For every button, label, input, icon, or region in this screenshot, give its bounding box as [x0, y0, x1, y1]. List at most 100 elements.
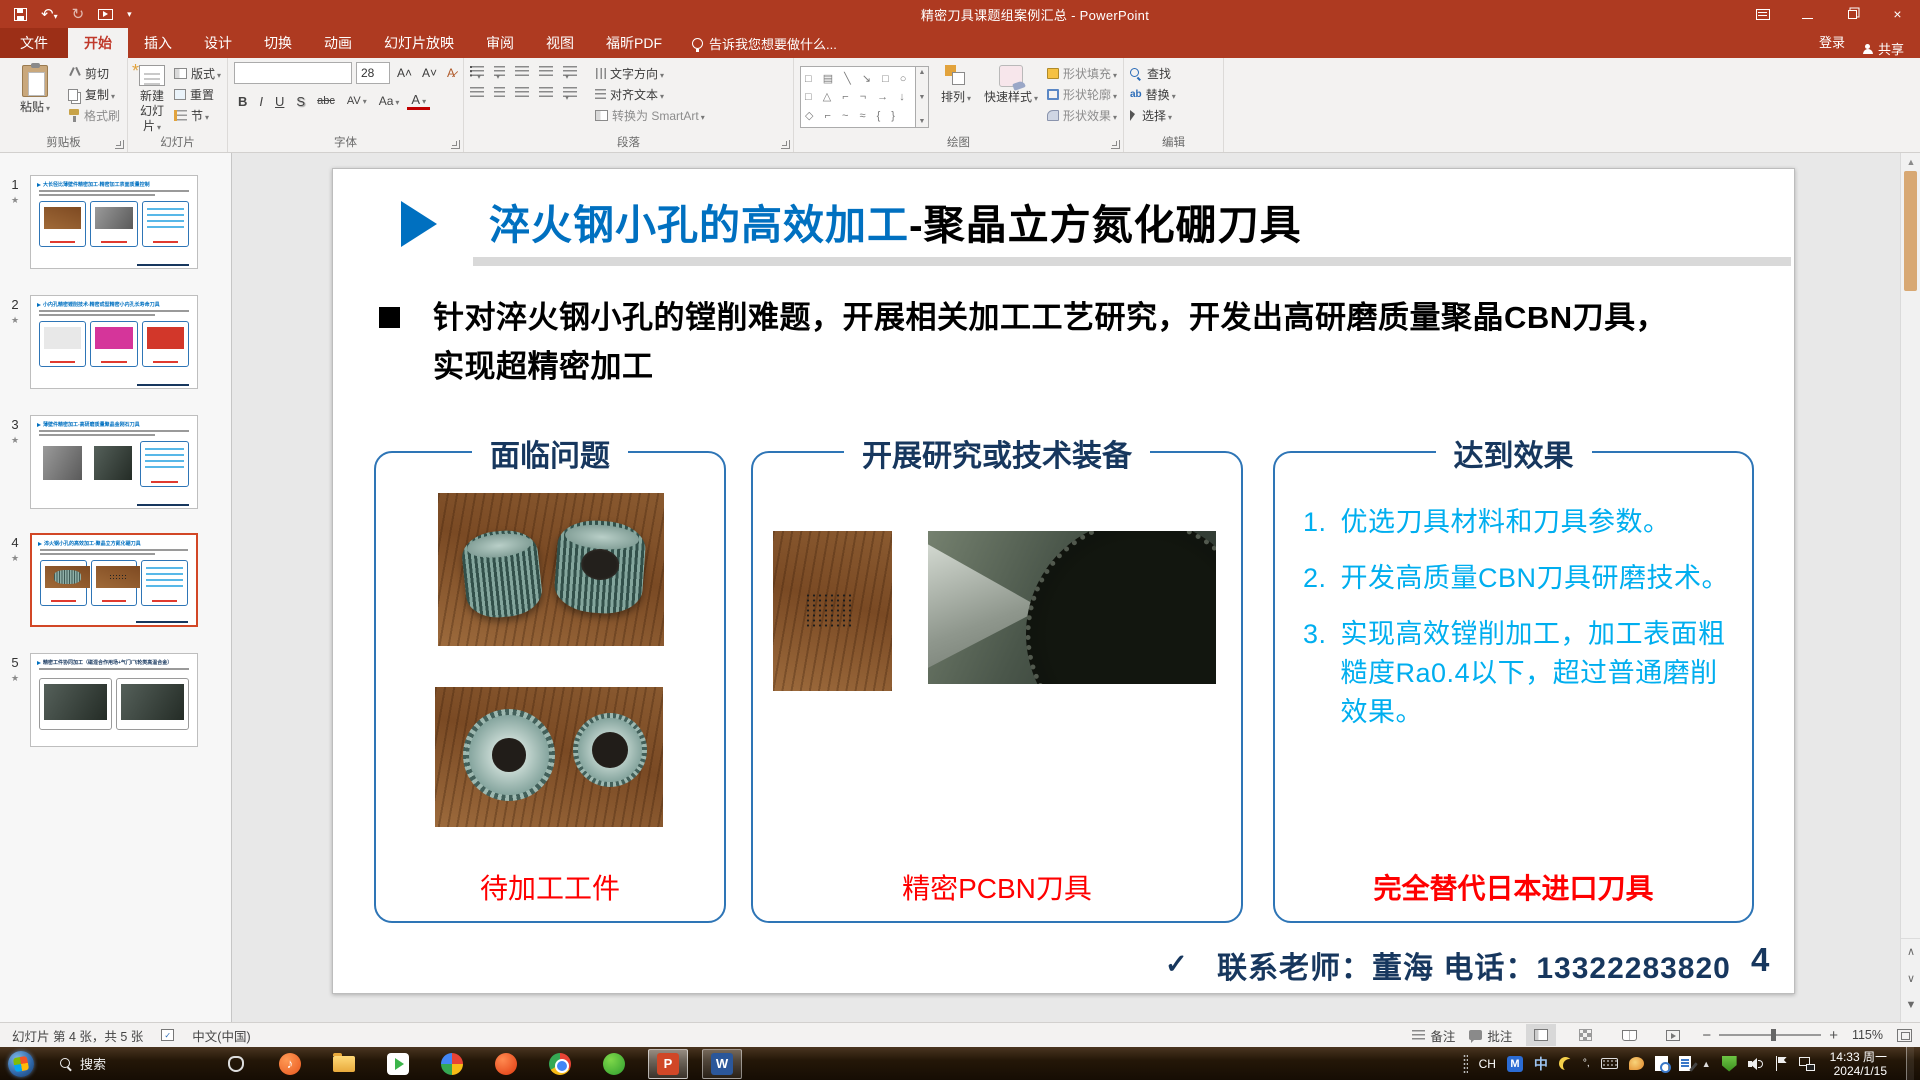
zoom-in-button[interactable]: + — [1829, 1027, 1838, 1044]
shapes-row-1[interactable]: □ ▤ ╲ ↘ □ ○ — [805, 72, 911, 85]
scroll-down-arrow[interactable]: ▼ — [1901, 992, 1920, 1018]
paragraph-dialog-launcher[interactable] — [781, 140, 790, 149]
shape-outline-button[interactable]: 形状轮廓 — [1047, 86, 1117, 103]
taskbar-app-video[interactable] — [378, 1049, 418, 1079]
save-icon[interactable] — [14, 8, 27, 21]
shape-fill-button[interactable]: 形状填充 — [1047, 65, 1117, 82]
align-left-button[interactable] — [470, 87, 484, 98]
slide-sorter-view-button[interactable] — [1570, 1024, 1600, 1046]
find-button[interactable]: 查找 — [1130, 65, 1176, 82]
tab-slideshow[interactable]: 幻灯片放映 — [368, 28, 470, 58]
box-results[interactable]: 达到效果 1.优选刀具材料和刀具参数。 2.开发高质量CBN刀具研磨技术。 3.… — [1273, 451, 1754, 923]
arrange-button[interactable]: 排列 — [933, 62, 979, 134]
font-name-input[interactable] — [234, 62, 352, 84]
line-spacing-button[interactable] — [563, 66, 577, 77]
start-slideshow-icon[interactable] — [98, 9, 113, 20]
underline-button[interactable]: U — [271, 94, 288, 109]
bullets-button[interactable] — [470, 66, 484, 77]
increase-indent-button[interactable] — [539, 66, 553, 77]
paste-button[interactable]: 粘贴 — [6, 62, 64, 134]
sign-in-button[interactable]: 登录 — [1801, 28, 1863, 58]
tab-animations[interactable]: 动画 — [308, 28, 368, 58]
zoom-slider[interactable] — [1719, 1034, 1821, 1036]
moon-icon[interactable] — [1559, 1057, 1572, 1070]
taskbar-app-browser-2[interactable] — [486, 1049, 526, 1079]
taskbar-app-powerpoint-active[interactable]: P — [648, 1049, 688, 1079]
quick-styles-button[interactable]: 快速样式 — [983, 62, 1039, 134]
decrease-indent-button[interactable] — [515, 66, 529, 77]
shapes-row-2[interactable]: □ △ ⌐ ¬ → ↓ — [805, 90, 911, 103]
show-desktop-button[interactable] — [1906, 1047, 1914, 1080]
align-text-button[interactable]: 对齐文本 — [595, 86, 705, 103]
text-direction-button[interactable]: 文字方向 — [595, 65, 705, 82]
taskbar-app-word[interactable]: W — [702, 1049, 742, 1079]
character-spacing-button[interactable]: AV — [343, 95, 371, 107]
font-dialog-launcher[interactable] — [451, 140, 460, 149]
document-pencil-icon[interactable] — [1679, 1056, 1691, 1071]
tray-expand-arrow[interactable]: ▲ — [1702, 1059, 1711, 1069]
spell-check-icon[interactable]: ✓ — [161, 1029, 174, 1041]
paint-palette-icon[interactable] — [1629, 1057, 1644, 1070]
align-center-button[interactable] — [494, 87, 505, 98]
taskbar-app-music[interactable]: ♪ — [270, 1049, 310, 1079]
taskbar-app-explorer[interactable] — [324, 1049, 364, 1079]
text-shadow-button[interactable]: S — [292, 94, 309, 109]
minimize-button[interactable] — [1785, 0, 1830, 28]
customize-qat-icon[interactable]: ▾ — [127, 9, 132, 20]
taskbar-app-browser-1[interactable] — [432, 1049, 472, 1079]
select-button[interactable]: 选择 — [1130, 107, 1176, 124]
drawing-dialog-launcher[interactable] — [1111, 140, 1120, 149]
change-case-button[interactable]: Aa — [375, 94, 404, 108]
thumbnail-slide-1[interactable]: 1★ 大长径比薄壁件精密加工-精密加工表面质量控制 — [0, 175, 198, 269]
scrollbar-thumb[interactable] — [1904, 171, 1917, 291]
zoom-out-button[interactable]: − — [1702, 1027, 1711, 1044]
fit-to-window-icon[interactable] — [1897, 1029, 1912, 1042]
start-button[interactable] — [8, 1051, 34, 1077]
box-research[interactable]: 开展研究或技术装备 精密PCBN刀具 — [751, 451, 1243, 923]
convert-smartart-button[interactable]: 转换为 SmartArt — [595, 107, 705, 124]
taskbar-app-chrome[interactable] — [540, 1049, 580, 1079]
tab-design[interactable]: 设计 — [188, 28, 248, 58]
slide-title[interactable]: 淬火钢小孔的高效加工-聚晶立方氮化硼刀具 — [489, 191, 1302, 251]
shrink-font-button[interactable]: A˅ — [419, 66, 440, 80]
security-shield-icon[interactable] — [1722, 1056, 1737, 1072]
shapes-row-3[interactable]: ◇ ⌐ ~ ≈ { } — [805, 109, 911, 122]
vertical-scrollbar[interactable]: ▲ ∧ ∨ ▼ — [1900, 153, 1920, 1022]
zoom-slider-thumb[interactable] — [1771, 1029, 1776, 1041]
tab-home[interactable]: 开始 — [68, 28, 128, 58]
next-slide-button[interactable]: ∨ — [1901, 966, 1920, 992]
slide-body-text[interactable]: 针对淬火钢小孔的镗削难题，开展相关加工工艺研究，开发出高研磨质量聚晶CBN刀具，… — [433, 293, 1773, 391]
tab-insert[interactable]: 插入 — [128, 28, 188, 58]
tab-file[interactable]: 文件 — [0, 28, 68, 58]
justify-button[interactable] — [539, 87, 553, 98]
share-button[interactable]: 共享 — [1863, 39, 1920, 58]
replace-button[interactable]: ab替换 — [1130, 86, 1176, 103]
search-document-icon[interactable] — [1655, 1056, 1668, 1071]
clear-formatting-button[interactable]: A̷ — [444, 66, 458, 80]
taskbar-app-browser-3[interactable] — [594, 1049, 634, 1079]
shape-effects-button[interactable]: 形状效果 — [1047, 107, 1117, 124]
close-button[interactable]: × — [1875, 0, 1920, 28]
section-button[interactable]: 节 — [174, 107, 221, 124]
network-icon[interactable] — [1799, 1057, 1815, 1071]
tab-foxit-pdf[interactable]: 福昕PDF — [590, 28, 678, 58]
font-color-button[interactable]: A — [407, 92, 430, 110]
ribbon-display-options-button[interactable] — [1740, 0, 1785, 28]
thumbnail-slide-4-selected[interactable]: 4★ 淬火钢小孔的高效加工-聚晶立方氮化硼刀具 — [0, 533, 198, 627]
new-slide-button[interactable]: 新建幻灯片 — [134, 62, 170, 134]
previous-slide-button[interactable]: ∧ — [1901, 938, 1920, 964]
ime-chinese-icon[interactable]: 中 — [1534, 1054, 1548, 1074]
shapes-gallery-scroll[interactable]: ▲▼▼ — [916, 66, 929, 128]
notes-toggle[interactable]: 备注 — [1412, 1026, 1455, 1045]
box-problems[interactable]: 面临问题 待加工工件 — [374, 451, 726, 923]
grow-font-button[interactable]: A˄ — [394, 66, 415, 80]
scroll-up-arrow[interactable]: ▲ — [1901, 153, 1920, 171]
thumbnail-slide-3[interactable]: 3★ 薄壁件精密加工-高研磨质量聚晶金刚石刀具 — [0, 415, 198, 509]
format-painter-button[interactable]: 格式刷 — [68, 107, 120, 124]
tab-review[interactable]: 审阅 — [470, 28, 530, 58]
shapes-gallery[interactable]: □ ▤ ╲ ↘ □ ○ □ △ ⌐ ¬ → ↓ ◇ ⌐ ~ ≈ { } — [800, 66, 916, 128]
layout-button[interactable]: 版式 — [174, 65, 221, 82]
comments-toggle[interactable]: 批注 — [1469, 1026, 1512, 1045]
zoom-level[interactable]: 115% — [1852, 1028, 1883, 1042]
input-language-indicator[interactable]: CH — [1479, 1057, 1496, 1071]
